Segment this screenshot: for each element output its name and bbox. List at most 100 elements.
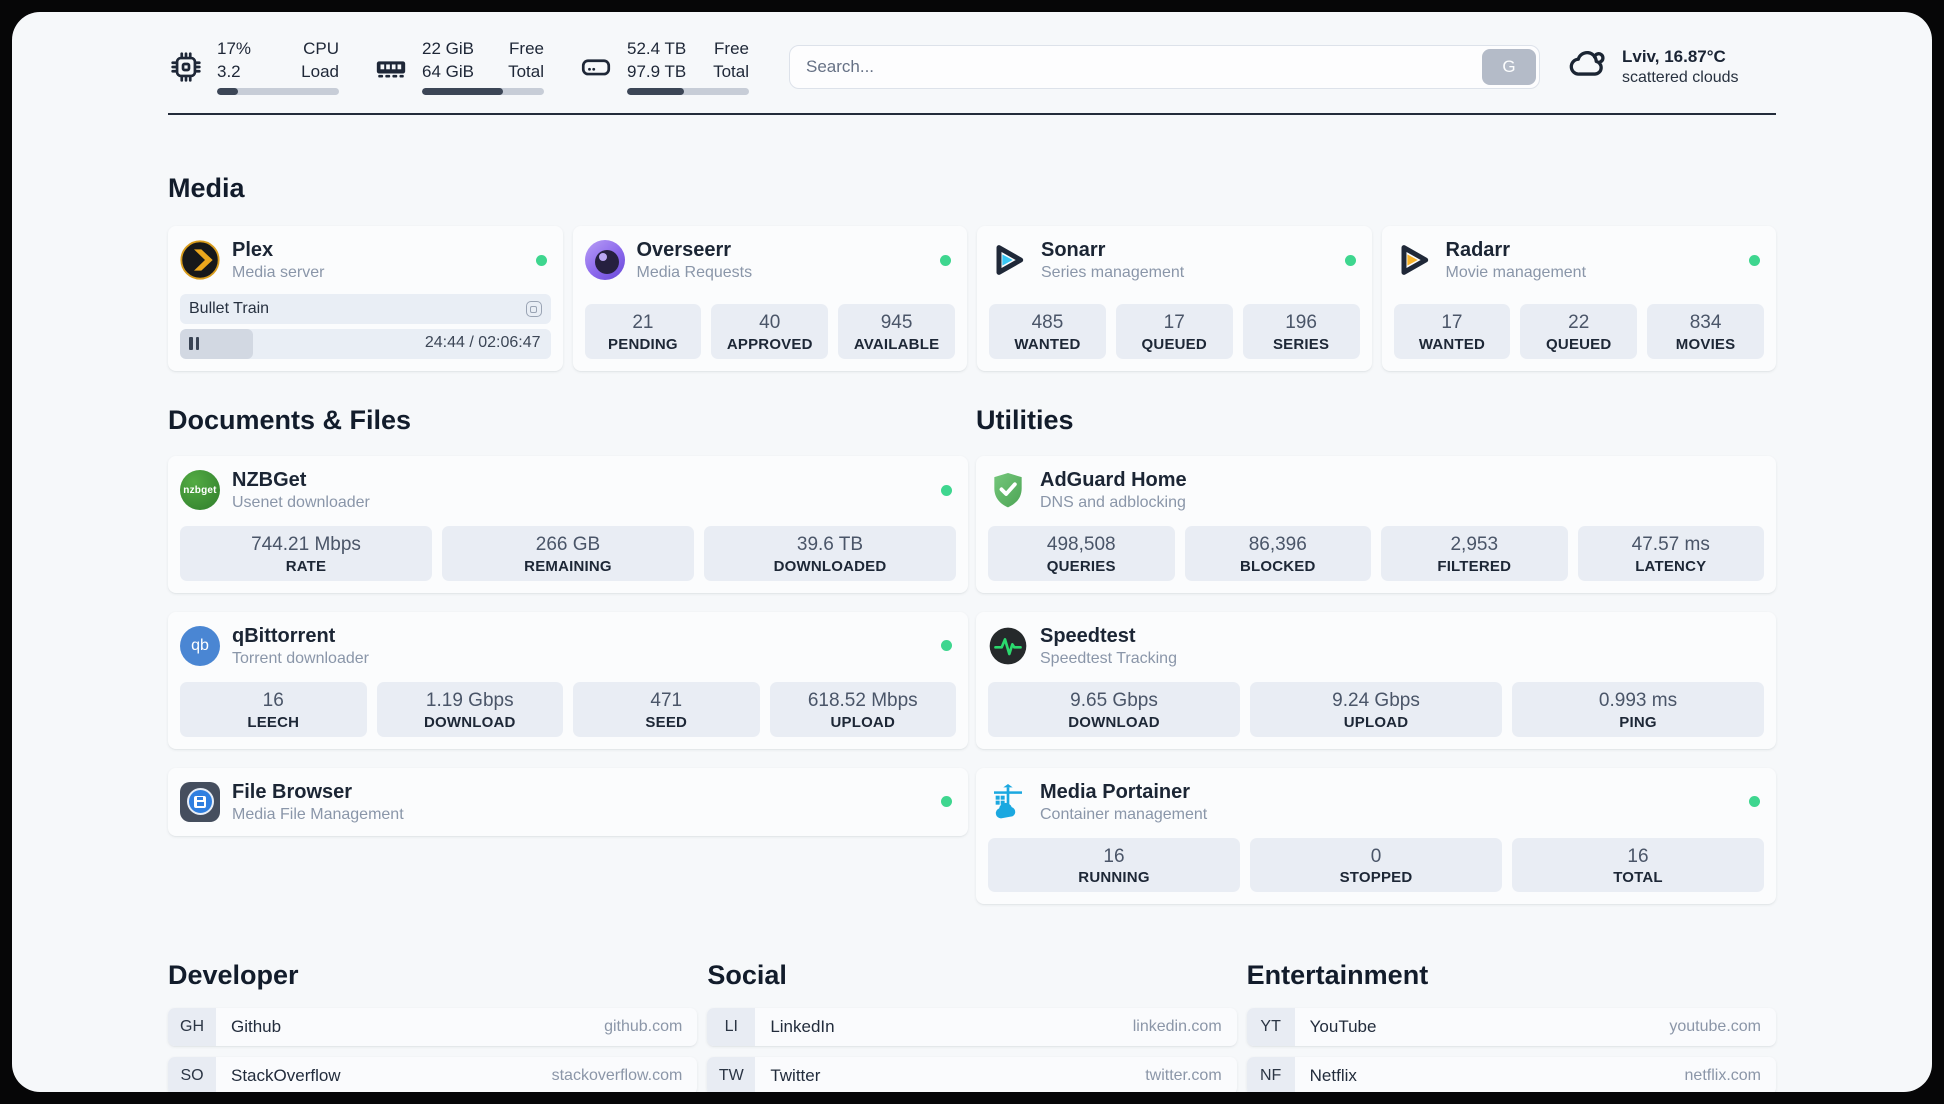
service-name[interactable]: NZBGet (232, 468, 929, 492)
bookmark-youtube[interactable]: YT YouTube youtube.com (1246, 1008, 1776, 1047)
memory-free-label: Free (509, 39, 544, 58)
bookmark-stackoverflow[interactable]: SO StackOverflow stackoverflow.com (168, 1057, 698, 1092)
stat-pill: 40 APPROVED (711, 304, 829, 360)
stat-label: UPLOAD (1343, 713, 1409, 731)
bookmark-linkedin[interactable]: LI LinkedIn linkedin.com (707, 1008, 1237, 1047)
search-provider-button[interactable]: G (1482, 48, 1536, 85)
stat-label: PENDING (608, 336, 678, 354)
service-name[interactable]: AdGuard Home (1040, 468, 1764, 492)
service-name[interactable]: Overseerr (637, 238, 929, 262)
disk-total-value: 97.9 TB (627, 62, 687, 82)
stat-value: 498,508 (1046, 534, 1116, 556)
cpu-progress-bar (217, 88, 339, 96)
search-container: G (789, 44, 1540, 89)
plex-icon[interactable] (180, 240, 220, 280)
stat-value: 744.21 Mbps (251, 534, 361, 556)
radarr-icon[interactable] (1394, 240, 1434, 280)
system-metrics: 17% 3.2 CPU Load 22 GiB 64 GiB Free Tota… (168, 38, 749, 96)
stat-value: 266 GB (535, 534, 601, 556)
stat-label: SERIES (1272, 336, 1330, 354)
filebrowser-icon[interactable] (180, 781, 220, 822)
service-name[interactable]: File Browser (232, 780, 929, 804)
service-name[interactable]: Plex (232, 238, 524, 262)
bookmark-twitter[interactable]: TW Twitter twitter.com (707, 1057, 1237, 1092)
service-name[interactable]: Radarr (1446, 238, 1738, 262)
status-dot (1749, 796, 1760, 808)
now-playing-title: Bullet Train (189, 300, 270, 318)
stat-label: LATENCY (1635, 557, 1707, 575)
stat-label: STOPPED (1339, 869, 1413, 887)
portainer-icon[interactable] (988, 782, 1028, 822)
service-description: Media File Management (232, 805, 404, 823)
memory-total-value: 64 GiB (422, 62, 474, 82)
adguard-icon[interactable] (988, 470, 1028, 510)
bookmark-abbr: SO (168, 1057, 216, 1092)
section-title-entertainment: Entertainment (1246, 960, 1429, 991)
service-card-radarr: Radarr Movie management 17 WANTED 22 QUE… (1381, 226, 1776, 372)
service-name[interactable]: Media Portainer (1040, 780, 1737, 804)
stat-pill: 744.21 Mbps RATE (180, 526, 432, 581)
stat-label: FILTERED (1437, 557, 1512, 575)
stat-label: PING (1619, 713, 1657, 731)
cpu-load-value: 3.2 (217, 62, 241, 82)
ram-icon (373, 49, 409, 85)
service-description: DNS and adblocking (1040, 494, 1186, 512)
stat-pill: 16 RUNNING (988, 837, 1240, 893)
service-name[interactable]: Speedtest (1040, 624, 1764, 648)
stat-label: DOWNLOAD (1068, 713, 1160, 731)
stat-pill: 2,953 FILTERED (1381, 526, 1568, 581)
stat-pill: 0 STOPPED (1250, 837, 1502, 893)
bookmark-github[interactable]: GH Github github.com (168, 1008, 698, 1047)
bookmark-netflix[interactable]: NF Netflix netflix.com (1246, 1057, 1776, 1092)
service-card-portainer: Media Portainer Container management 16 … (976, 767, 1776, 905)
memory-total-label: Total (508, 62, 544, 82)
bookmark-url: youtube.com (1669, 1018, 1761, 1036)
overseerr-icon[interactable] (584, 240, 625, 281)
stat-pill: 21 PENDING (584, 304, 702, 360)
stat-value: 16 (262, 689, 284, 711)
stat-value: 86,396 (1248, 534, 1307, 556)
search-input[interactable] (789, 44, 1540, 89)
sonarr-icon[interactable] (989, 240, 1029, 280)
service-name[interactable]: qBittorrent (232, 624, 929, 648)
bookmark-abbr: YT (1246, 1008, 1295, 1047)
stat-value: 0 (1370, 845, 1382, 867)
speedtest-icon[interactable] (988, 626, 1028, 666)
weather-location-temp: Lviv, 16.87°C (1622, 46, 1726, 66)
memory-progress-bar (422, 88, 544, 96)
stat-pill: 17 WANTED (1393, 304, 1511, 360)
bookmark-url: github.com (604, 1018, 683, 1036)
section-title-media: Media (168, 173, 245, 204)
service-description: Media Requests (636, 264, 753, 282)
stat-pill: 196 SERIES (1242, 304, 1360, 360)
qbittorrent-icon[interactable]: qb (180, 625, 220, 666)
bookmark-url: linkedin.com (1132, 1018, 1222, 1036)
stat-label: DOWNLOADED (773, 557, 887, 575)
stat-pill: 1.19 Gbps DOWNLOAD (376, 681, 563, 737)
service-description: Container management (1040, 805, 1208, 823)
stat-label: REMAINING (524, 557, 612, 575)
bookmark-name: LinkedIn (770, 1017, 835, 1037)
service-card-speedtest: Speedtest Speedtest Tracking 9.65 Gbps D… (976, 611, 1776, 749)
service-card-adguard: AdGuard Home DNS and adblocking 498,508 … (976, 456, 1776, 593)
disk-free-value: 52.4 TB (627, 39, 687, 58)
stat-value: 39.6 TB (796, 534, 864, 556)
section-title-social: Social (707, 960, 787, 991)
stat-value: 47.57 ms (1631, 534, 1710, 556)
disk-widget: 52.4 TB 97.9 TB Free Total (578, 38, 749, 96)
disk-free-label: Free (714, 39, 749, 58)
stat-value: 17 (1441, 312, 1463, 334)
bookmark-url: twitter.com (1145, 1067, 1222, 1085)
stat-pill: 39.6 TB DOWNLOADED (704, 526, 956, 581)
section-title-developer: Developer (168, 960, 299, 991)
memory-free-value: 22 GiB (422, 39, 474, 58)
session-view-icon[interactable] (525, 301, 542, 318)
nzbget-icon[interactable]: nzbget (180, 470, 220, 511)
stat-pill: 47.57 ms LATENCY (1577, 526, 1764, 581)
pause-icon[interactable] (189, 337, 199, 351)
stat-pill: 16 TOTAL (1512, 837, 1764, 893)
service-name[interactable]: Sonarr (1041, 238, 1333, 262)
stat-value: 1.19 Gbps (425, 689, 514, 711)
header-divider (168, 113, 1776, 116)
service-description: Series management (1041, 264, 1185, 282)
